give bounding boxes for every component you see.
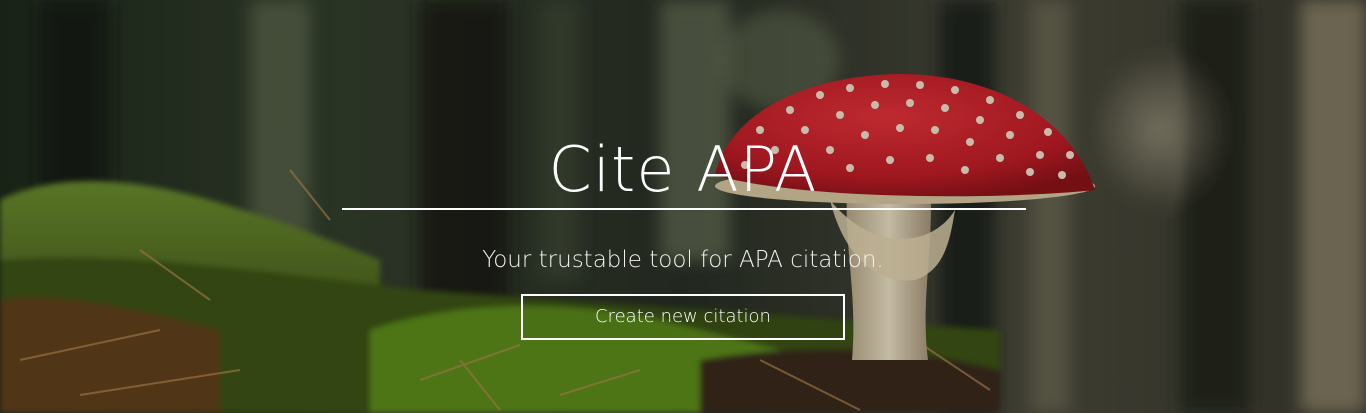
title-divider	[342, 208, 1026, 210]
create-new-citation-button[interactable]: Create new citation	[521, 294, 845, 340]
hero-content: Cite APA Your trustable tool for APA cit…	[0, 0, 1366, 413]
hero-tagline: Your trustable tool for APA citation.	[482, 247, 884, 273]
hero-section: Cite APA Your trustable tool for APA cit…	[0, 0, 1366, 413]
hero-title: Cite APA	[548, 133, 818, 206]
